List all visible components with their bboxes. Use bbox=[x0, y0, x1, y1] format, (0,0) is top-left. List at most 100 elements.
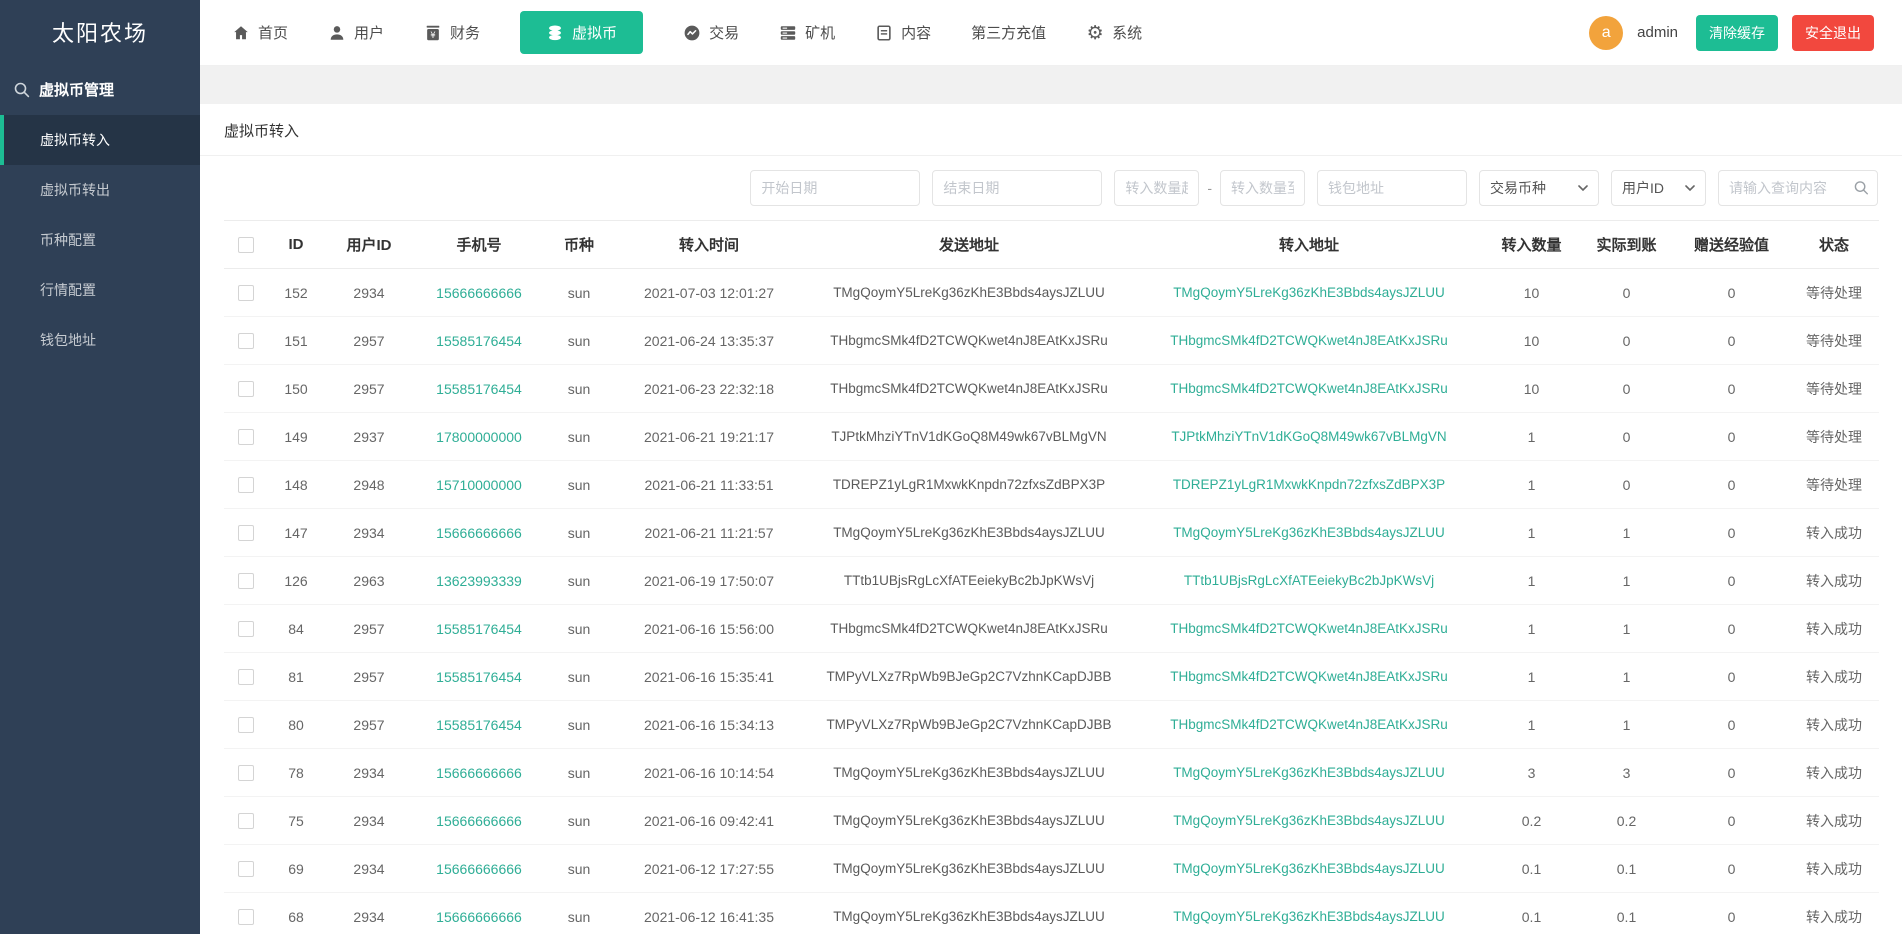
cell-phone[interactable]: 15585176454 bbox=[414, 364, 544, 413]
topnav-item-2[interactable]: ¥ 财务 bbox=[424, 22, 480, 43]
sidebar-item-0[interactable]: 虚拟币转入 bbox=[0, 115, 200, 165]
wallet-address-input[interactable] bbox=[1317, 170, 1467, 206]
home-icon bbox=[232, 24, 250, 42]
topbar-right: a admin 清除缓存 安全退出 bbox=[1589, 14, 1874, 51]
topnav-item-label: 矿机 bbox=[805, 25, 836, 42]
cell-phone[interactable]: 13623993339 bbox=[414, 556, 544, 605]
user-id-select[interactable]: 用户ID bbox=[1611, 170, 1706, 206]
cell-exp: 0 bbox=[1674, 748, 1789, 797]
cell-to[interactable]: TMgQoymY5LreKg36zKhE3Bbds4aysJZLUU bbox=[1134, 268, 1484, 317]
search-icon[interactable] bbox=[1854, 181, 1869, 196]
cell-phone[interactable]: 15585176454 bbox=[414, 652, 544, 701]
sidebar-item-3[interactable]: 行情配置 bbox=[0, 265, 200, 315]
amount-to-input[interactable] bbox=[1220, 170, 1305, 206]
cell-phone[interactable]: 15585176454 bbox=[414, 700, 544, 749]
cell-phone[interactable]: 15585176454 bbox=[414, 316, 544, 365]
topnav-item-label: 第三方充值 bbox=[971, 25, 1047, 42]
cell-exp: 0 bbox=[1674, 460, 1789, 509]
row-checkbox[interactable] bbox=[238, 621, 254, 638]
sidebar-item-4[interactable]: 钱包地址 bbox=[0, 315, 200, 365]
cell-exp: 0 bbox=[1674, 844, 1789, 893]
cell-id: 151 bbox=[268, 316, 324, 365]
cell-phone[interactable]: 15666666666 bbox=[414, 508, 544, 557]
cell-amount: 1 bbox=[1484, 508, 1579, 557]
cell-status: 等待处理 bbox=[1789, 412, 1879, 461]
topnav-item-4[interactable]: 交易 bbox=[683, 22, 739, 43]
clear-cache-button[interactable]: 清除缓存 bbox=[1696, 14, 1778, 51]
row-checkbox[interactable] bbox=[238, 573, 254, 590]
cell-phone[interactable]: 15666666666 bbox=[414, 748, 544, 797]
cell-exp: 0 bbox=[1674, 700, 1789, 749]
row-checkbox[interactable] bbox=[238, 285, 254, 302]
row-checkbox[interactable] bbox=[238, 765, 254, 782]
cell-to[interactable]: TMgQoymY5LreKg36zKhE3Bbds4aysJZLUU bbox=[1134, 508, 1484, 557]
cell-coin: sun bbox=[544, 556, 614, 605]
cell-phone[interactable]: 15666666666 bbox=[414, 892, 544, 934]
cell-amount: 3 bbox=[1484, 748, 1579, 797]
logout-button[interactable]: 安全退出 bbox=[1792, 14, 1874, 51]
cell-to[interactable]: THbgmcSMk4fD2TCWQKwet4nJ8EAtKxJSRu bbox=[1134, 316, 1484, 365]
svg-text:¥: ¥ bbox=[430, 30, 436, 40]
cell-to[interactable]: TMgQoymY5LreKg36zKhE3Bbds4aysJZLUU bbox=[1134, 796, 1484, 845]
sidebar-item-1[interactable]: 虚拟币转出 bbox=[0, 165, 200, 215]
cell-coin: sun bbox=[544, 844, 614, 893]
avatar[interactable]: a bbox=[1589, 15, 1624, 50]
user-icon bbox=[328, 24, 346, 42]
topnav-item-7[interactable]: 第三方充值 bbox=[971, 22, 1046, 43]
cell-to[interactable]: TTtb1UBjsRgLcXfATEeiekyBc2bJpKWsVj bbox=[1134, 556, 1484, 605]
topnav-item-8[interactable]: ⚙ 系统 bbox=[1086, 22, 1143, 43]
select-all-checkbox[interactable] bbox=[238, 237, 254, 254]
cell-time: 2021-06-16 15:35:41 bbox=[614, 652, 804, 701]
cell-to[interactable]: TDREPZ1yLgR1MxwkKnpdn72zfxsZdBPX3P bbox=[1134, 460, 1484, 509]
row-checkbox[interactable] bbox=[238, 669, 254, 686]
topnav-item-3[interactable]: 虚拟币 bbox=[520, 11, 644, 54]
sidebar-item-2[interactable]: 币种配置 bbox=[0, 215, 200, 265]
coin-type-select[interactable]: 交易币种 bbox=[1479, 170, 1599, 206]
cell-to[interactable]: THbgmcSMk4fD2TCWQKwet4nJ8EAtKxJSRu bbox=[1134, 652, 1484, 701]
cell-amount: 0.2 bbox=[1484, 796, 1579, 845]
cell-status: 等待处理 bbox=[1789, 364, 1879, 413]
cell-phone[interactable]: 15710000000 bbox=[414, 460, 544, 509]
cell-phone[interactable]: 15585176454 bbox=[414, 604, 544, 653]
row-checkbox[interactable] bbox=[238, 525, 254, 542]
row-checkbox[interactable] bbox=[238, 333, 254, 350]
cell-coin: sun bbox=[544, 748, 614, 797]
topnav-item-label: 虚拟币 bbox=[572, 25, 618, 42]
trade-icon bbox=[683, 24, 701, 42]
row-checkbox[interactable] bbox=[238, 477, 254, 494]
cell-status: 转入成功 bbox=[1789, 892, 1879, 934]
cell-to[interactable]: TMgQoymY5LreKg36zKhE3Bbds4aysJZLUU bbox=[1134, 844, 1484, 893]
cell-id: 75 bbox=[268, 796, 324, 845]
cell-to[interactable]: TMgQoymY5LreKg36zKhE3Bbds4aysJZLUU bbox=[1134, 748, 1484, 797]
sidebar-section-label: 虚拟币管理 bbox=[39, 82, 115, 99]
end-date-input[interactable] bbox=[932, 170, 1103, 206]
topnav-item-6[interactable]: 内容 bbox=[875, 22, 931, 43]
cell-coin: sun bbox=[544, 460, 614, 509]
cell-phone[interactable]: 15666666666 bbox=[414, 796, 544, 845]
row-checkbox[interactable] bbox=[238, 861, 254, 878]
row-checkbox[interactable] bbox=[238, 909, 254, 926]
cell-to[interactable]: THbgmcSMk4fD2TCWQKwet4nJ8EAtKxJSRu bbox=[1134, 604, 1484, 653]
cell-phone[interactable]: 15666666666 bbox=[414, 268, 544, 317]
cell-user_id: 2957 bbox=[324, 604, 414, 653]
cell-phone[interactable]: 15666666666 bbox=[414, 844, 544, 893]
start-date-input[interactable] bbox=[750, 170, 921, 206]
table-row: 126 2963 13623993339 sun 2021-06-19 17:50:07… bbox=[224, 556, 1879, 605]
row-checkbox[interactable] bbox=[238, 717, 254, 734]
topnav-item-0[interactable]: 首页 bbox=[232, 22, 288, 43]
table-row: 81 2957 15585176454 sun 2021-06-16 15:35:41 T… bbox=[224, 652, 1879, 701]
cell-to[interactable]: TJPtkMhziYTnV1dKGoQ8M49wk67vBLMgVN bbox=[1134, 412, 1484, 461]
cell-to[interactable]: THbgmcSMk4fD2TCWQKwet4nJ8EAtKxJSRu bbox=[1134, 700, 1484, 749]
row-checkbox[interactable] bbox=[238, 813, 254, 830]
amount-from-input[interactable] bbox=[1114, 170, 1200, 206]
topnav-item-1[interactable]: 用户 bbox=[328, 22, 384, 43]
row-checkbox[interactable] bbox=[238, 429, 254, 446]
sidebar: 太阳农场 虚拟币管理 虚拟币转入 虚拟币转出 币种配置 行情配置 钱包地址 bbox=[0, 0, 200, 934]
row-checkbox[interactable] bbox=[238, 381, 254, 398]
topnav-item-5[interactable]: 矿机 bbox=[779, 22, 835, 43]
cell-phone[interactable]: 17800000000 bbox=[414, 412, 544, 461]
cell-to[interactable]: THbgmcSMk4fD2TCWQKwet4nJ8EAtKxJSRu bbox=[1134, 364, 1484, 413]
cell-to[interactable]: TMgQoymY5LreKg36zKhE3Bbds4aysJZLUU bbox=[1134, 892, 1484, 934]
cell-coin: sun bbox=[544, 412, 614, 461]
cell-received: 1 bbox=[1579, 508, 1674, 557]
